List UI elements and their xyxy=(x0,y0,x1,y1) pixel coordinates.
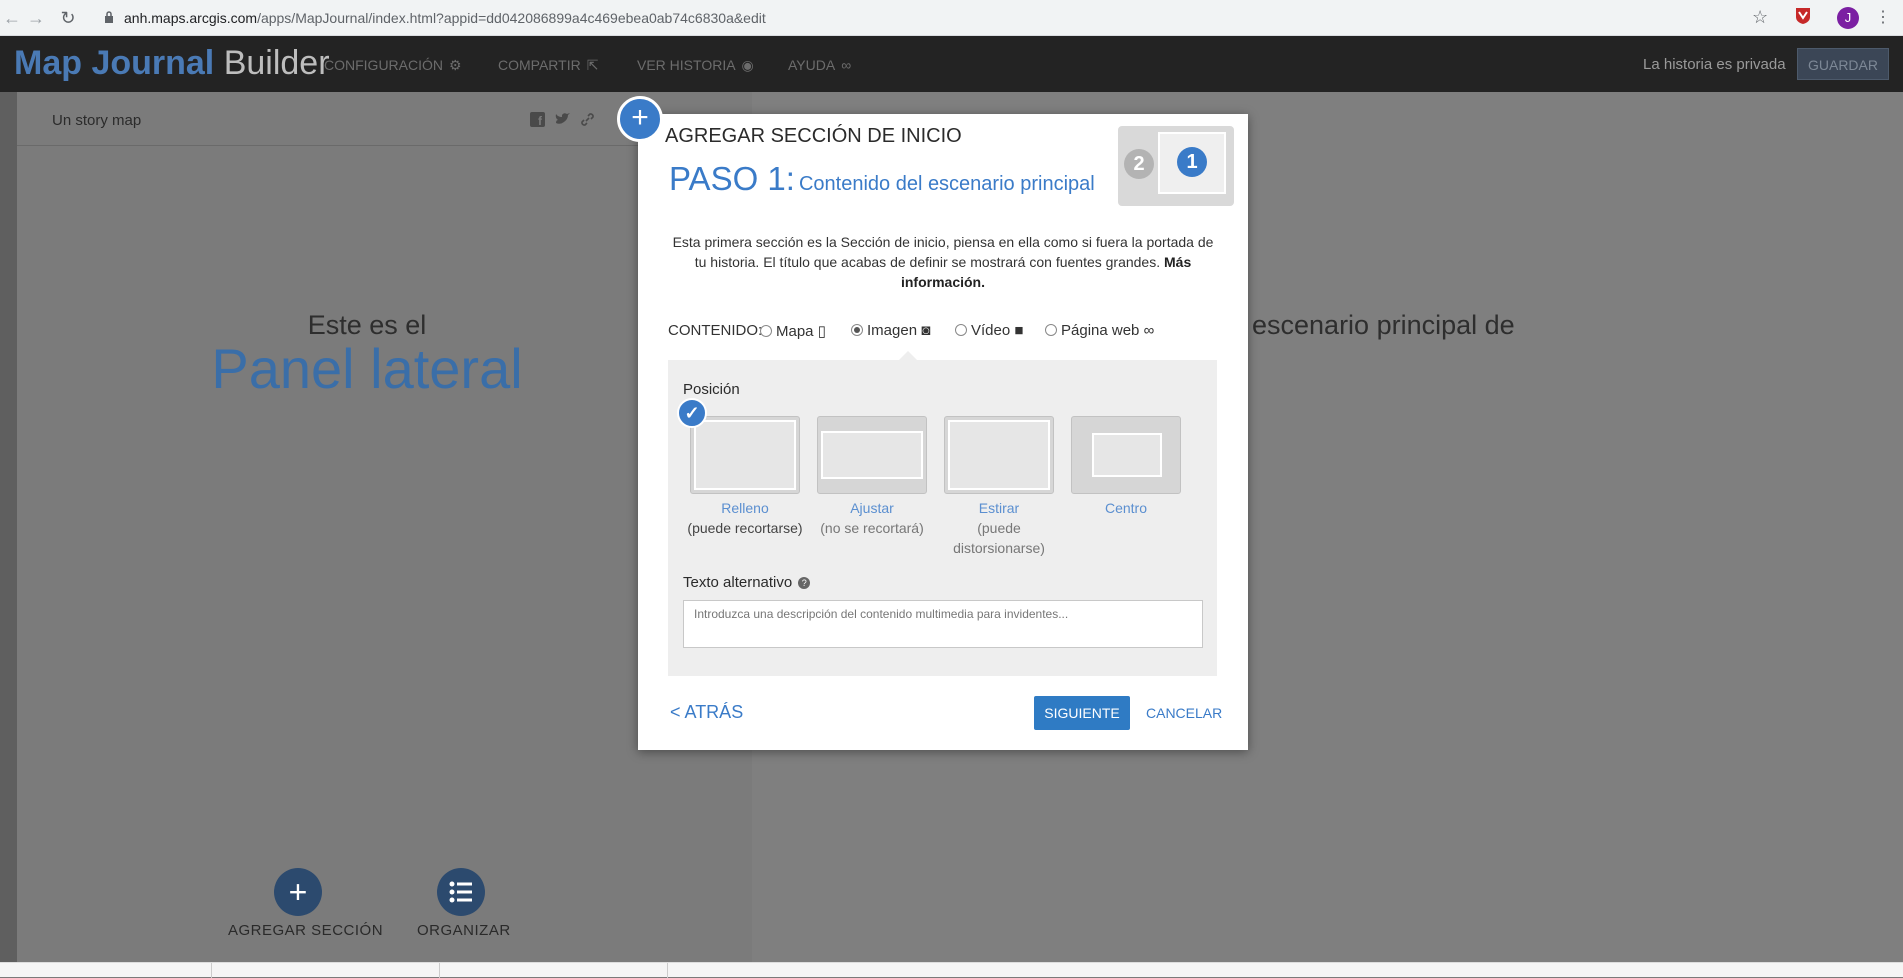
download-item[interactable] xyxy=(0,963,212,978)
lock-icon xyxy=(105,11,113,23)
link-icon[interactable] xyxy=(580,112,596,128)
radio-pagina-web[interactable] xyxy=(1045,324,1057,336)
caption-ajustar: Ajustar (no se recortará) xyxy=(820,500,924,536)
position-option-ajustar[interactable] xyxy=(817,416,927,494)
forward-arrow-icon[interactable]: → xyxy=(26,8,46,28)
step-heading: PASO 1: Contenido del escenario principal xyxy=(669,160,1095,197)
add-section-button[interactable]: + xyxy=(274,868,322,916)
extension-shield-icon[interactable] xyxy=(1795,7,1811,29)
list-icon xyxy=(449,881,472,903)
content-option-imagen[interactable]: Imagen ◙ xyxy=(851,322,930,339)
add-home-section-dialog: AGREGAR SECCIÓN DE INICIO PASO 1: Conteni… xyxy=(638,114,1248,750)
step-indicator: 2 1 xyxy=(1118,126,1234,206)
story-title: Un story map xyxy=(52,112,142,129)
reload-icon[interactable]: ↻ xyxy=(58,8,78,28)
add-section-label[interactable]: AGREGAR SECCIÓN xyxy=(228,922,383,939)
radio-video[interactable] xyxy=(955,324,967,336)
menu-kebab-icon[interactable]: ⋮ xyxy=(1875,7,1891,29)
panel-pointer xyxy=(898,351,918,361)
nav-ayuda[interactable]: AYUDA ∞ xyxy=(788,57,851,73)
nav-configuracion[interactable]: CONFIGURACIÓN ⚙ xyxy=(324,57,462,74)
facebook-icon[interactable]: f xyxy=(530,112,546,128)
content-type-row: CONTENIDO: Mapa ▯ Imagen ◙ Vídeo ■ Págin… xyxy=(668,322,1228,342)
position-panel: Posición ✓ Relleno (puede recortarse) Aju… xyxy=(668,351,1217,676)
nav-ver-historia[interactable]: VER HISTORIA ◉ xyxy=(637,57,754,74)
gear-icon: ⚙ xyxy=(449,57,462,73)
dialog-description: Esta primera sección es la Sección de in… xyxy=(672,234,1214,290)
caption-relleno: Relleno (puede recortarse) xyxy=(687,500,803,536)
video-camera-icon: ■ xyxy=(1014,322,1024,339)
position-option-estirar[interactable] xyxy=(944,416,1054,494)
position-option-centro[interactable] xyxy=(1071,416,1181,494)
thumb-fit xyxy=(821,431,923,479)
browser-toolbar: ← → ↻ anh.maps.arcgis.com/apps/MapJourna… xyxy=(0,0,1903,36)
content-option-pagina-web[interactable]: Página web ∞ xyxy=(1045,322,1154,339)
back-button[interactable]: < ATRÁS xyxy=(670,702,743,723)
position-label: Posición xyxy=(683,381,740,398)
caption-estirar: Estirar (puede distorsionarse) xyxy=(953,500,1045,556)
content-option-video[interactable]: Vídeo ■ xyxy=(955,322,1023,339)
eye-icon: ◉ xyxy=(741,57,754,73)
download-item[interactable] xyxy=(440,963,668,978)
camera-icon: ◙ xyxy=(921,322,931,339)
dialog-title: AGREGAR SECCIÓN DE INICIO xyxy=(665,125,962,147)
share-icon: ⇱ xyxy=(586,57,599,73)
profile-avatar[interactable]: J xyxy=(1837,7,1859,29)
back-arrow-icon[interactable]: ← xyxy=(2,8,22,28)
url-text: anh.maps.arcgis.com/apps/MapJournal/inde… xyxy=(124,10,766,26)
alt-text-label: Texto alternativo? xyxy=(683,574,811,591)
privacy-status: La historia es privada xyxy=(1643,56,1786,73)
save-button[interactable]: GUARDAR xyxy=(1797,48,1889,80)
help-icon[interactable]: ? xyxy=(798,577,811,589)
left-edge xyxy=(0,92,17,962)
radio-imagen[interactable] xyxy=(851,324,863,336)
twitter-icon[interactable] xyxy=(555,112,571,128)
plus-icon: + xyxy=(288,874,308,910)
cancel-button[interactable]: CANCELAR xyxy=(1146,705,1222,721)
content-option-mapa[interactable]: Mapa ▯ xyxy=(760,322,826,340)
add-section-badge-icon: + xyxy=(617,96,663,142)
nav-compartir[interactable]: COMPARTIR ⇱ xyxy=(498,57,598,74)
map-icon: ▯ xyxy=(817,323,826,340)
caption-centro: Centro xyxy=(1104,500,1148,516)
selected-check-icon: ✓ xyxy=(677,398,707,428)
downloads-bar xyxy=(0,962,1903,978)
next-button[interactable]: SIGUIENTE xyxy=(1034,696,1130,730)
position-option-relleno[interactable] xyxy=(690,416,800,494)
content-label: CONTENIDO: xyxy=(668,322,763,339)
app-header: Map Journal Builder CONFIGURACIÓN ⚙ COMPA… xyxy=(0,36,1903,92)
organize-button[interactable] xyxy=(437,868,485,916)
star-icon[interactable]: ☆ xyxy=(1752,7,1768,29)
step-2-badge: 2 xyxy=(1124,149,1154,179)
thumb-center xyxy=(1092,433,1162,477)
thumb-stretch xyxy=(948,420,1050,490)
radio-mapa[interactable] xyxy=(760,325,772,337)
address-bar[interactable]: anh.maps.arcgis.com/apps/MapJournal/inde… xyxy=(92,4,1792,32)
link-icon: ∞ xyxy=(1143,322,1155,339)
step-1-badge: 1 xyxy=(1177,147,1207,177)
main-stage-text: escenario principal de xyxy=(1252,310,1515,340)
panel-title: Panel lateral xyxy=(211,337,523,400)
organize-label[interactable]: ORGANIZAR xyxy=(417,922,511,939)
app-brand: Map Journal Builder xyxy=(14,44,330,82)
download-item[interactable] xyxy=(212,963,440,978)
binoculars-icon: ∞ xyxy=(841,57,852,73)
alt-text-input[interactable] xyxy=(683,600,1203,648)
thumb-fill xyxy=(694,420,796,490)
